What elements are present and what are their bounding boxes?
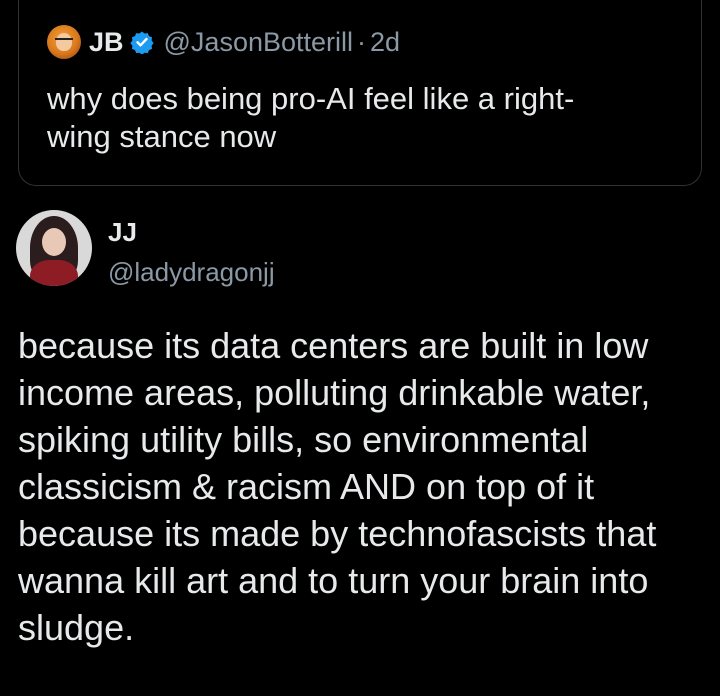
reply-tweet-text: because its data centers are built in lo… bbox=[18, 325, 657, 648]
verified-badge-icon bbox=[129, 31, 154, 54]
reply-author: JJ @ladydragonjj bbox=[16, 210, 275, 288]
quoted-author-avatar[interactable] bbox=[47, 25, 81, 59]
reply-author-names: JJ @ladydragonjj bbox=[108, 216, 275, 288]
reply-author-name[interactable]: JJ bbox=[108, 216, 275, 248]
separator-dot: · bbox=[357, 26, 367, 57]
reply-author-handle[interactable]: @ladydragonjj bbox=[108, 256, 275, 288]
quoted-tweet-card[interactable]: JB @JasonBotterill · 2d why does being p… bbox=[18, 0, 702, 186]
reply-author-avatar[interactable] bbox=[16, 210, 92, 286]
quoted-tweet-timestamp[interactable]: 2d bbox=[370, 27, 400, 58]
quoted-author-name[interactable]: JB bbox=[89, 27, 124, 58]
quoted-tweet-header: JB @JasonBotterill · 2d bbox=[47, 24, 400, 60]
quoted-tweet-text: why does being pro-AI feel like a right-… bbox=[47, 81, 575, 154]
quoted-author-handle[interactable]: @JasonBotterill bbox=[164, 27, 354, 58]
